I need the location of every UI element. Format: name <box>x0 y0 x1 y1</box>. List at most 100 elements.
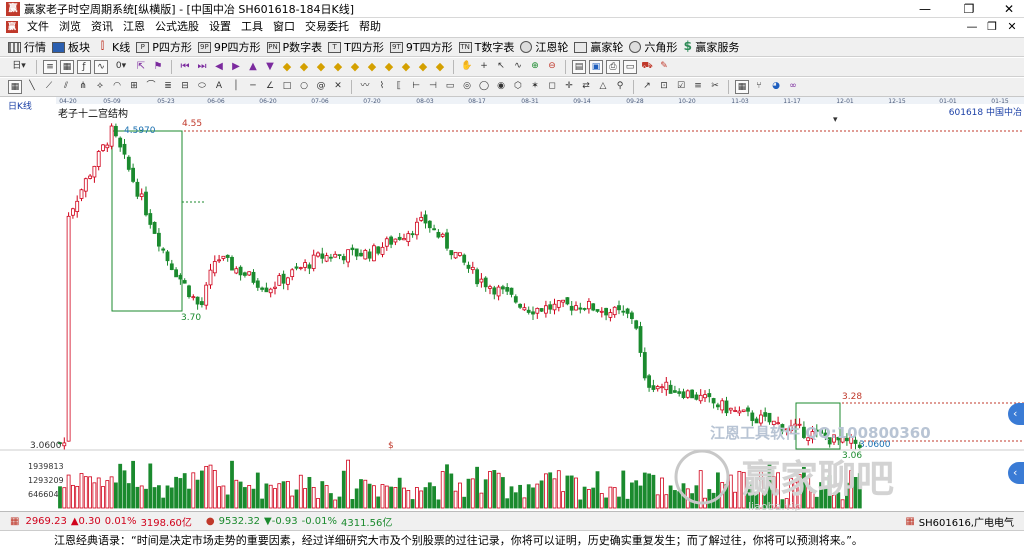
layer-dropdown[interactable]: 0▾ <box>111 60 131 74</box>
chart-tool-icon[interactable]: ✎ <box>657 60 671 74</box>
swap-tool-icon[interactable]: ⇄ <box>579 80 593 94</box>
collapse-arrow-icon[interactable]: ▾ <box>833 115 838 125</box>
diamond-icon-6[interactable]: ◆ <box>365 60 379 74</box>
kline-button[interactable]: ⫿ K线 <box>96 39 130 55</box>
up-arrow-icon[interactable]: ▲ <box>246 60 260 74</box>
diamond-icon-10[interactable]: ◆ <box>433 60 447 74</box>
infinity-icon[interactable]: ∞ <box>786 80 800 94</box>
measure-tool-icon[interactable]: ⊢ <box>409 80 423 94</box>
save-icon[interactable]: ▣ <box>589 60 603 74</box>
winner-service-button[interactable]: $ 赢家服务 <box>683 39 740 55</box>
kline-chart[interactable]: 04-20 05-09 05-23 06-06 06-20 07-06 07-20 08-03… <box>0 97 1024 511</box>
fib-tool-icon[interactable]: ≣ <box>161 80 175 94</box>
period-dropdown[interactable]: 日▾ <box>8 60 30 74</box>
delete-tool-icon[interactable]: ✕ <box>331 80 345 94</box>
diamond-icon-9[interactable]: ◆ <box>416 60 430 74</box>
wave-tool-icon[interactable]: 〰 <box>358 80 372 94</box>
formula-icon[interactable]: ƒ <box>77 60 91 74</box>
t-number-table-button[interactable]: TN T数字表 <box>458 39 514 55</box>
fork-tool-icon[interactable]: ⋔ <box>76 80 90 94</box>
menu-tools[interactable]: 工具 <box>236 18 268 36</box>
diamond-icon-5[interactable]: ◆ <box>348 60 362 74</box>
menu-window[interactable]: 窗口 <box>268 18 300 36</box>
menu-gann[interactable]: 江恩 <box>118 18 150 36</box>
mdi-minimize-button[interactable]: — <box>962 18 982 36</box>
line-tool-icon[interactable]: ╲ <box>25 80 39 94</box>
spiral-tool-icon[interactable]: @ <box>314 80 328 94</box>
p-square-button[interactable]: P P四方形 <box>136 39 192 55</box>
window-icon[interactable]: ▭ <box>623 60 637 74</box>
down-arrow-icon[interactable]: ▼ <box>263 60 277 74</box>
period-tool-icon[interactable]: ⊣ <box>426 80 440 94</box>
target-tool-icon[interactable]: ◎ <box>460 80 474 94</box>
arc-tool-icon[interactable]: ◠ <box>110 80 124 94</box>
level-tool-icon[interactable]: ≡ <box>691 80 705 94</box>
double-ring-icon[interactable]: ◉ <box>494 80 508 94</box>
diamond-icon-2[interactable]: ◆ <box>297 60 311 74</box>
menu-help[interactable]: 帮助 <box>354 18 386 36</box>
pin-tool-icon[interactable]: ⚲ <box>613 80 627 94</box>
box-tool-icon[interactable]: ⊡ <box>657 80 671 94</box>
diamond-icon-7[interactable]: ◆ <box>382 60 396 74</box>
mdi-close-button[interactable]: ✕ <box>1002 18 1022 36</box>
hexagon-button[interactable]: 六角形 <box>629 39 677 55</box>
gann-wheel-button[interactable]: 江恩轮 <box>520 39 568 55</box>
period-list-icon[interactable]: ≡ <box>43 60 57 74</box>
index2-value[interactable]: 9532.32 <box>219 516 260 527</box>
menu-settings[interactable]: 设置 <box>204 18 236 36</box>
gann-box-icon[interactable]: ⊞ <box>127 80 141 94</box>
rectangle-tool-icon[interactable]: ▭ <box>443 80 457 94</box>
first-bar-icon[interactable]: ⏮ <box>178 60 192 74</box>
diamond-icon-1[interactable]: ◆ <box>280 60 294 74</box>
fan-tool-icon[interactable]: ⟡ <box>93 80 107 94</box>
diamond-icon-4[interactable]: ◆ <box>331 60 345 74</box>
last-bar-icon[interactable]: ⏭ <box>195 60 209 74</box>
pointer-icon[interactable]: ↖ <box>494 60 508 74</box>
9t-square-button[interactable]: 9T 9T四方形 <box>389 39 453 55</box>
fork2-icon[interactable]: ⑂ <box>752 80 766 94</box>
menu-browse[interactable]: 浏览 <box>54 18 86 36</box>
pie-icon[interactable]: ◕ <box>769 80 783 94</box>
star-tool-icon[interactable]: ✶ <box>528 80 542 94</box>
menu-trade[interactable]: 交易委托 <box>300 18 354 36</box>
horizontal-line-icon[interactable]: ─ <box>246 80 260 94</box>
p-number-table-button[interactable]: PN P数字表 <box>266 39 322 55</box>
channel-tool-icon[interactable]: ⫽ <box>59 80 73 94</box>
wave-icon[interactable]: ∿ <box>511 60 525 74</box>
square-tool2-icon[interactable]: ◻ <box>545 80 559 94</box>
right-stock-label[interactable]: SH601616,广电电气 <box>919 514 1014 529</box>
index1-value[interactable]: 2969.23 <box>25 516 66 527</box>
side-expand-icon[interactable]: ‹ <box>1008 403 1024 425</box>
9p-square-button[interactable]: 9P 9P四方形 <box>197 39 261 55</box>
calendar-icon[interactable]: ▤ <box>572 60 586 74</box>
mdi-restore-button[interactable]: ❐ <box>982 18 1002 36</box>
square-tool-icon[interactable]: □ <box>280 80 294 94</box>
ring-tool-icon[interactable]: ◯ <box>477 80 491 94</box>
hex-tool-icon[interactable]: ⬡ <box>511 80 525 94</box>
left-arrow-icon[interactable]: ◀ <box>212 60 226 74</box>
angle-tool-icon[interactable]: ∠ <box>263 80 277 94</box>
flag-icon[interactable]: ⚑ <box>151 60 165 74</box>
cut-tool-icon[interactable]: ✂ <box>708 80 722 94</box>
trend-tool-icon[interactable]: ↗ <box>640 80 654 94</box>
time-tool-icon[interactable]: ⊟ <box>178 80 192 94</box>
ellipse-tool-icon[interactable]: ⬭ <box>195 80 209 94</box>
cursor-icon[interactable]: ⇱ <box>134 60 148 74</box>
truck-icon[interactable]: ⛟ <box>640 60 654 74</box>
zoom-in-icon[interactable]: ⊕ <box>528 60 542 74</box>
menu-formula[interactable]: 公式选股 <box>150 18 204 36</box>
diamond-icon-8[interactable]: ◆ <box>399 60 413 74</box>
right-arrow-icon[interactable]: ▶ <box>229 60 243 74</box>
overlay-icon[interactable]: ▦ <box>60 60 74 74</box>
menu-info[interactable]: 资讯 <box>86 18 118 36</box>
grid-tool-icon[interactable]: ▦ <box>8 80 22 94</box>
side-expand-icon[interactable]: ‹ <box>1008 462 1024 484</box>
bracket-tool-icon[interactable]: ⟦ <box>392 80 406 94</box>
winner-wheel-button[interactable]: 赢家轮 <box>574 39 623 55</box>
close-button[interactable]: ✕ <box>994 0 1024 18</box>
cycle-tool-icon[interactable]: ⌒ <box>144 80 158 94</box>
vertical-line-icon[interactable]: │ <box>229 80 243 94</box>
menu-file[interactable]: 文件 <box>22 18 54 36</box>
cross-tool-icon[interactable]: ✛ <box>562 80 576 94</box>
hand-icon[interactable]: ✋ <box>460 60 474 74</box>
